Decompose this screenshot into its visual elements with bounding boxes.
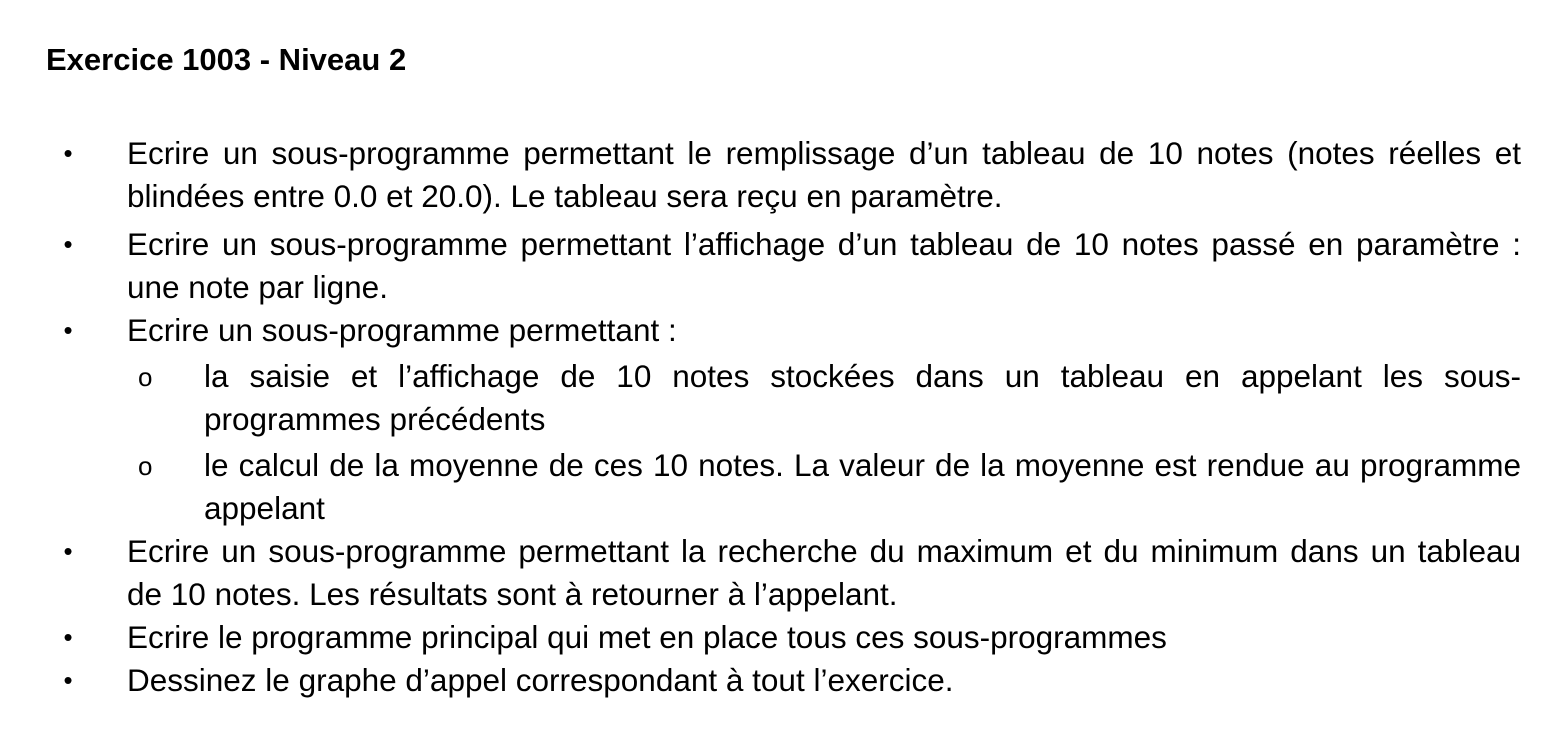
- bullet-icon: •: [63, 622, 73, 652]
- document-page: Exercice 1003 - Niveau 2 • Ecrire un sou…: [0, 0, 1566, 730]
- bullet-icon: •: [63, 138, 73, 168]
- sub-list-item: o la saisie et l’affichage de 10 notes s…: [0, 355, 1521, 441]
- list-item-text: Dessinez le graphe d’appel correspondant…: [127, 662, 954, 698]
- bullet-icon: •: [63, 665, 73, 695]
- list-item-text: Ecrire un sous-programme permettant la r…: [127, 533, 1521, 612]
- list-item-text: Ecrire un sous-programme permettant :: [127, 312, 677, 348]
- sub-list: o la saisie et l’affichage de 10 notes s…: [127, 355, 1521, 530]
- list-item-text: Ecrire le programme principal qui met en…: [127, 619, 1167, 655]
- list-item-text: Ecrire un sous-programme permettant l’af…: [127, 226, 1521, 305]
- sub-list-item: o le calcul de la moyenne de ces 10 note…: [0, 444, 1521, 530]
- list-item: • Ecrire un sous-programme permettant l’…: [0, 223, 1521, 309]
- bullet-icon: •: [63, 229, 73, 259]
- list-item: • Ecrire le programme principal qui met …: [0, 616, 1521, 659]
- instruction-list: • Ecrire un sous-programme permettant le…: [0, 132, 1566, 702]
- bullet-icon: •: [63, 536, 73, 566]
- exercise-title: Exercice 1003 - Niveau 2: [46, 42, 407, 77]
- bullet-icon: •: [63, 315, 73, 345]
- list-item: • Ecrire un sous-programme permettant la…: [0, 530, 1521, 616]
- sub-bullet-icon: o: [138, 451, 153, 481]
- list-item-text: Ecrire un sous-programme permettant le r…: [127, 135, 1521, 214]
- sub-bullet-icon: o: [138, 362, 153, 392]
- sub-list-item-text: la saisie et l’affichage de 10 notes sto…: [204, 358, 1521, 437]
- list-item: • Ecrire un sous-programme permettant le…: [0, 132, 1521, 218]
- list-item: • Dessinez le graphe d’appel corresponda…: [0, 659, 1521, 702]
- sub-list-item-text: le calcul de la moyenne de ces 10 notes.…: [204, 447, 1521, 526]
- list-item: • Ecrire un sous-programme permettant : …: [0, 309, 1521, 530]
